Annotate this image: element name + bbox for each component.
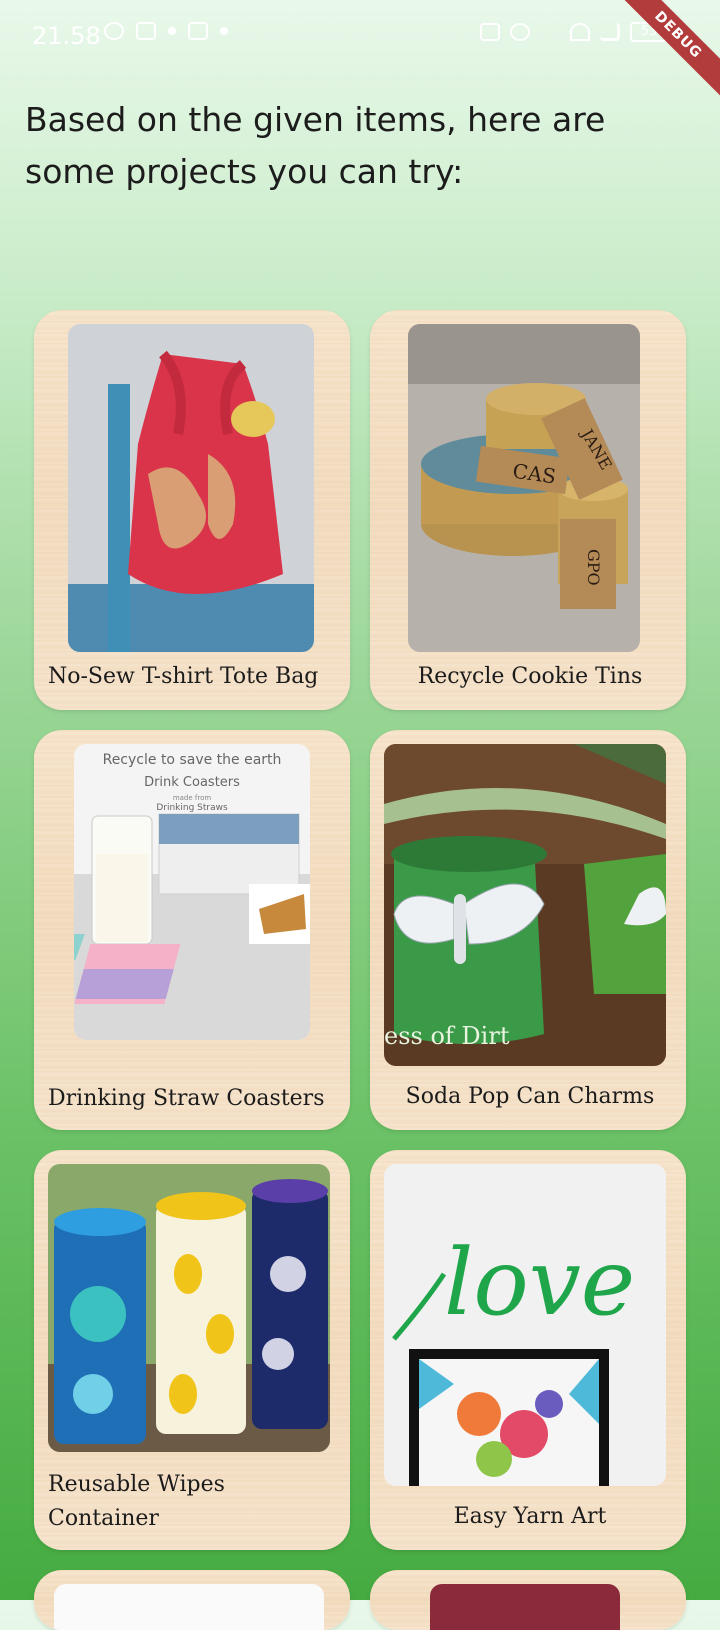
project-title: Recycle Cookie Tins — [417, 664, 643, 689]
debug-banner: DEBUG — [612, 0, 720, 101]
cookie-tins-image: CAS JANE GPO — [408, 324, 640, 652]
status-bar: 21.58 53 DEBUG — [0, 0, 720, 101]
can-charms-image: ess of Dirt — [384, 744, 666, 1066]
project-card-cookie-tins[interactable]: CAS JANE GPO Recycle Cookie Tins — [370, 310, 686, 710]
overlay-text: Recycle to save the earth — [103, 752, 282, 768]
project-card-straw-coasters[interactable]: Recycle to save the earth Drink Coasters… — [34, 730, 350, 1130]
project-card-tote-bag[interactable]: No-Sew T-shirt Tote Bag — [34, 310, 350, 710]
straw-coasters-image: Recycle to save the earth Drink Coasters… — [74, 744, 310, 1040]
signal-icon — [600, 23, 620, 41]
project-card-can-charms[interactable]: ess of Dirt Soda Pop Can Charms — [370, 730, 686, 1130]
project-title: Drinking Straw Coasters — [48, 1086, 325, 1111]
project-card-yarn-art[interactable]: love Easy Yarn Art — [370, 1150, 686, 1550]
wipes-container-image — [48, 1164, 330, 1452]
alarm-icon — [510, 23, 530, 41]
partial-thumb-image — [430, 1584, 620, 1630]
youtube-icon — [136, 22, 156, 40]
system-icons: 53 — [480, 22, 668, 42]
more-dots-icon — [168, 27, 176, 35]
overlay-text: ess of Dirt — [384, 1022, 510, 1050]
partial-thumb-image — [54, 1584, 324, 1630]
gallery-icon — [188, 22, 208, 40]
overlay-text: Drinking Straws — [156, 803, 228, 813]
tote-bag-image — [68, 324, 314, 652]
page-heading: Based on the given items, here are some … — [25, 100, 606, 191]
data-speed-icon — [540, 23, 560, 41]
notification-icons — [104, 22, 228, 40]
project-title: Easy Yarn Art — [453, 1504, 607, 1529]
project-title: No-Sew T-shirt Tote Bag — [48, 664, 319, 689]
overlay-text: love — [444, 1229, 635, 1336]
overlay-text: made from — [173, 794, 212, 802]
vibrate-icon — [480, 23, 500, 41]
wifi-icon — [570, 23, 590, 41]
yarn-art-image: love — [384, 1164, 666, 1486]
tag-text: GPO — [584, 549, 603, 586]
project-title: Reusable Wipes Container — [48, 1472, 225, 1531]
whatsapp-icon — [104, 22, 124, 40]
overlay-text: Drink Coasters — [144, 775, 240, 790]
project-card-partial[interactable] — [34, 1570, 350, 1630]
status-time: 21.58 — [32, 22, 101, 50]
project-card-partial[interactable] — [370, 1570, 686, 1630]
notification-dot-icon — [220, 27, 228, 35]
projects-grid: No-Sew T-shirt Tote Bag CAS JANE GPO Rec… — [34, 310, 686, 1630]
project-title: Soda Pop Can Charms — [405, 1084, 655, 1109]
project-card-wipes-container[interactable]: Reusable Wipes Container — [34, 1150, 350, 1550]
